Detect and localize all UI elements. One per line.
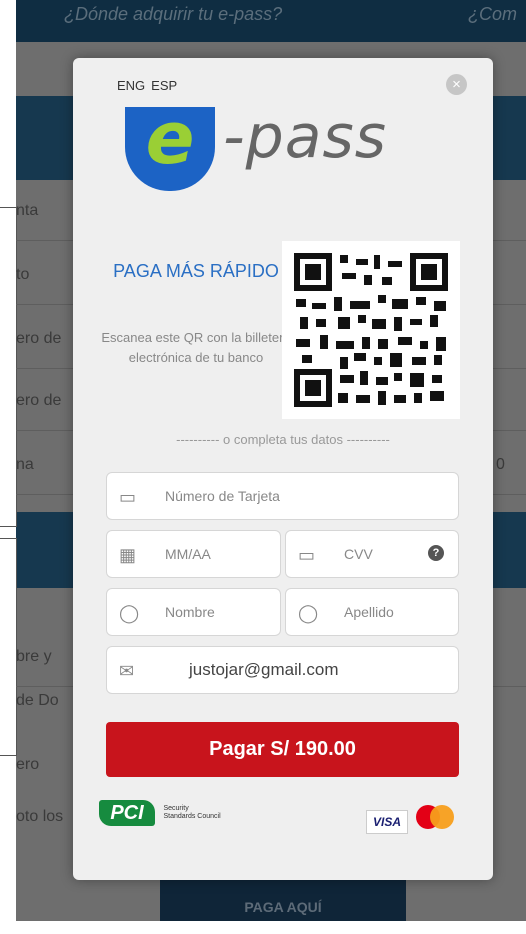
- user-icon: ◯: [298, 603, 319, 623]
- logo-letter: e: [145, 96, 195, 180]
- language-switch: ENG ESP: [117, 78, 183, 93]
- first-name-placeholder: Nombre: [165, 604, 215, 620]
- form-divider: ---------- o completa tus datos --------…: [176, 432, 390, 447]
- top-link-where[interactable]: ¿Dónde adquirir tu e-pass?: [64, 4, 282, 25]
- first-name-field[interactable]: ◯ Nombre: [106, 588, 281, 636]
- credit-card-icon: ▭: [119, 487, 137, 507]
- card-back-icon: ▭: [298, 545, 316, 565]
- pay-button[interactable]: Pagar S/ 190.00: [106, 722, 459, 777]
- pci-text: Security Standards Council: [163, 805, 221, 820]
- close-icon[interactable]: ×: [446, 74, 467, 95]
- expiry-placeholder: MM/AA: [165, 546, 211, 562]
- lang-eng[interactable]: ENG: [117, 78, 145, 93]
- payment-modal: ENG ESP × e -pass PAGA MÁS RÁPIDO Escanea…: [73, 58, 493, 880]
- envelope-icon: ✉: [119, 661, 135, 681]
- pay-here-button[interactable]: PAGA AQUÍ: [160, 880, 406, 921]
- qr-title: PAGA MÁS RÁPIDO: [113, 261, 279, 281]
- top-link-how[interactable]: ¿Com: [468, 4, 517, 25]
- cvv-placeholder: CVV: [344, 546, 373, 562]
- cvv-field[interactable]: ▭ CVV ?: [285, 530, 459, 578]
- mastercard-logo: [416, 805, 456, 833]
- logo-text: -pass: [223, 102, 388, 172]
- qr-code: [282, 241, 460, 419]
- lang-esp[interactable]: ESP: [151, 78, 177, 93]
- pci-mark: PCI: [99, 800, 155, 826]
- qr-code-icon: [294, 253, 448, 407]
- last-name-field[interactable]: ◯ Apellido: [285, 588, 459, 636]
- card-number-field[interactable]: ▭ Número de Tarjeta: [106, 472, 459, 520]
- card-number-placeholder: Número de Tarjeta: [165, 488, 280, 504]
- side-edge-2: [0, 538, 17, 756]
- pci-logo: PCI Security Standards Council: [99, 800, 221, 826]
- top-bar: ¿Dónde adquirir tu e-pass? ¿Com: [16, 0, 526, 42]
- user-icon: ◯: [119, 603, 140, 623]
- expiry-field[interactable]: ▦ MM/AA: [106, 530, 281, 578]
- side-edge: [0, 207, 17, 527]
- help-icon[interactable]: ?: [428, 545, 444, 561]
- email-field[interactable]: ✉ justojar@gmail.com: [106, 646, 459, 694]
- qr-description: Escanea este QR con la billetera electró…: [101, 330, 291, 365]
- calendar-icon: ▦: [119, 545, 137, 565]
- visa-logo: VISA: [366, 810, 408, 834]
- email-value: justojar@gmail.com: [189, 660, 339, 679]
- bg-row-value: 0: [496, 456, 505, 473]
- last-name-placeholder: Apellido: [344, 604, 394, 620]
